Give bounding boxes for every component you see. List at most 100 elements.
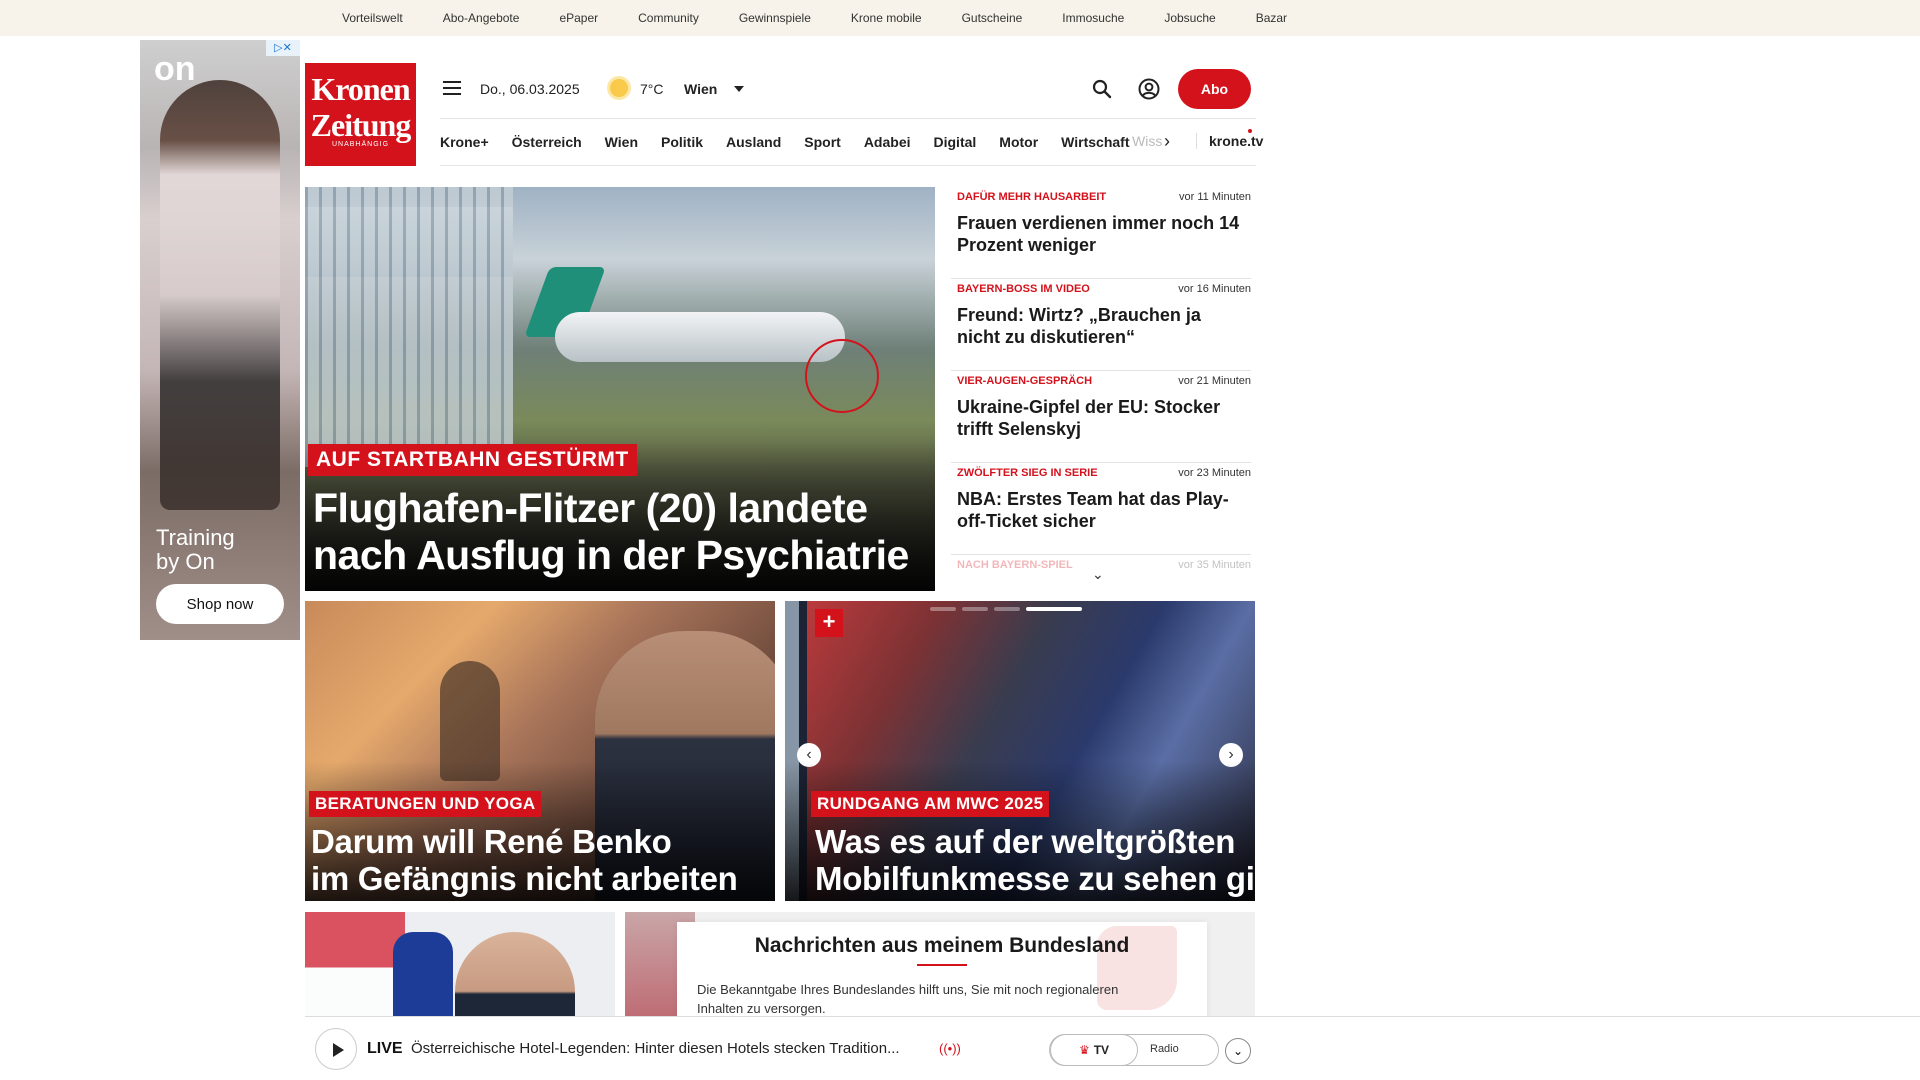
card-title-line2: Mobilfunkmesse zu sehen gibt — [815, 860, 1255, 897]
current-date: Do., 06.03.2025 — [480, 81, 580, 97]
hero-article[interactable]: AUF STARTBAHN GESTÜRMT Flughafen-Flitzer… — [305, 187, 935, 591]
nav-item-sport[interactable]: Sport — [804, 134, 841, 150]
ticker-headline[interactable]: Freund: Wirtz? „Brauchen ja nicht zu dis… — [957, 304, 1251, 348]
nav-items: Krone+ Österreich Wien Politik Ausland S… — [440, 119, 1153, 165]
ad-shop-now-button[interactable]: Shop now — [156, 584, 284, 624]
menu-icon[interactable] — [443, 81, 461, 95]
util-link-vorteilswelt[interactable]: Vorteilswelt — [342, 11, 403, 25]
utility-bar: Vorteilswelt Abo-Angebote ePaper Communi… — [0, 0, 1920, 36]
ticker-item[interactable]: BAYERN-BOSS IM VIDEO vor 16 Minuten Freu… — [951, 279, 1251, 371]
article-card-mwc[interactable]: + ‹ › RUNDGANG AM MWC 2025 Was es auf de… — [785, 601, 1255, 901]
title-underline — [917, 964, 967, 966]
nav-scroll-right-icon[interactable]: › — [1164, 132, 1170, 150]
kronen-zeitung-logo[interactable]: Kronen Zeitung UNABHÄNGIG — [305, 63, 416, 166]
util-link-gewinnspiele[interactable]: Gewinnspiele — [739, 11, 811, 25]
play-icon — [333, 1043, 344, 1057]
nav-item-wissen-truncated[interactable]: Wiss — [1132, 133, 1162, 149]
ad-tagline: Training by On — [156, 526, 235, 574]
nav-item-oesterreich[interactable]: Österreich — [512, 134, 582, 150]
carousel-dot-active[interactable] — [1026, 607, 1082, 611]
hero-title-line1: Flughafen-Flitzer (20) landete — [313, 485, 868, 531]
util-link-krone-mobile[interactable]: Krone mobile — [851, 11, 922, 25]
sun-icon — [610, 79, 628, 97]
bundesland-text: Die Bekanntgabe Ihres Bundeslandes hilft… — [697, 982, 1119, 1016]
search-icon[interactable] — [1092, 79, 1112, 99]
tv-radio-toggle[interactable]: ♛ TV Radio — [1049, 1034, 1219, 1066]
bundesland-title: Nachrichten aus meinem Bundesland — [754, 934, 1130, 957]
nav-item-ausland[interactable]: Ausland — [726, 134, 781, 150]
ticker-time: vor 16 Minuten — [1178, 283, 1251, 295]
util-link-community[interactable]: Community — [638, 11, 699, 25]
nav-item-krone-plus[interactable]: Krone+ — [440, 134, 489, 150]
play-button[interactable] — [315, 1028, 357, 1070]
card-title[interactable]: Darum will René Benko im Gefängnis nicht… — [311, 823, 738, 897]
ad-tagline-line2: by On — [156, 549, 215, 574]
ticker-time: vor 21 Minuten — [1178, 375, 1251, 387]
expand-player-button[interactable]: ⌄ — [1225, 1038, 1251, 1064]
util-link-bazar[interactable]: Bazar — [1256, 11, 1287, 25]
city-selector[interactable]: Wien — [684, 81, 717, 97]
live-label: LIVE — [367, 1040, 403, 1057]
broadcast-icon: ((•)) — [939, 1041, 961, 1056]
card-kicker: RUNDGANG AM MWC 2025 — [811, 791, 1050, 817]
main-nav: Krone+ Österreich Wien Politik Ausland S… — [440, 118, 1263, 166]
hero-image-fence — [305, 187, 513, 467]
card-title[interactable]: Was es auf der weltgrößten Mobilfunkmess… — [815, 823, 1255, 897]
util-link-gutscheine[interactable]: Gutscheine — [962, 11, 1023, 25]
ad-banner[interactable]: on ▷✕ Training by On Shop now — [140, 40, 300, 640]
nav-item-wien[interactable]: Wien — [605, 134, 638, 150]
nav-item-digital[interactable]: Digital — [934, 134, 977, 150]
carousel-dot[interactable] — [994, 607, 1020, 611]
tv-option-label: TV — [1093, 1043, 1110, 1057]
nav-item-motor[interactable]: Motor — [999, 134, 1038, 150]
live-dot-icon — [1248, 129, 1252, 133]
ticker-item[interactable]: VIER-AUGEN-GESPRÄCH vor 21 Minuten Ukrai… — [951, 371, 1251, 463]
hero-image-plane — [555, 312, 845, 362]
ad-logo: on — [154, 50, 196, 88]
radio-option[interactable]: Radio — [1150, 1043, 1179, 1055]
live-now-playing[interactable]: Österreichische Hotel-Legenden: Hinter d… — [411, 1040, 900, 1057]
adchoices-icon[interactable]: ▷✕ — [266, 40, 300, 56]
util-link-epaper[interactable]: ePaper — [559, 11, 598, 25]
abo-button[interactable]: Abo — [1178, 69, 1251, 109]
carousel-indicators[interactable] — [930, 607, 1082, 611]
hero-image-circle-highlight — [805, 339, 879, 413]
util-link-immosuche[interactable]: Immosuche — [1062, 11, 1124, 25]
ticker-time: vor 11 Minuten — [1179, 191, 1251, 203]
ticker-headline[interactable]: Frauen verdienen immer noch 14 Prozent w… — [957, 212, 1251, 256]
krone-plus-badge: + — [815, 609, 843, 637]
nav-item-adabei[interactable]: Adabei — [864, 134, 911, 150]
account-icon[interactable] — [1138, 78, 1160, 100]
card-title-line2: im Gefängnis nicht arbeiten — [311, 860, 738, 897]
ticker-item[interactable]: ZWÖLFTER SIEG IN SERIE vor 23 Minuten NB… — [951, 463, 1251, 555]
hero-title-line2: nach Ausflug in der Psychiatrie — [313, 532, 909, 578]
ad-tagline-line1: Training — [156, 525, 235, 550]
temperature: 7°C — [640, 81, 664, 97]
ticker-headline[interactable]: Ukraine-Gipfel der EU: Stocker trifft Se… — [957, 396, 1251, 440]
ticker-headline[interactable]: NBA: Erstes Team hat das Play-off-Ticket… — [957, 488, 1251, 532]
card-kicker: BERATUNGEN UND YOGA — [309, 791, 542, 817]
ticker-expand-icon[interactable]: ⌄ — [1092, 566, 1104, 583]
ticker-time: vor 35 Minuten — [1178, 559, 1251, 571]
nav-item-wirtschaft[interactable]: Wirtschaft — [1061, 134, 1129, 150]
nav-item-krone-tv[interactable]: krone.tv — [1196, 133, 1263, 149]
tv-option[interactable]: ♛ TV — [1050, 1034, 1138, 1066]
carousel-dot[interactable] — [962, 607, 988, 611]
crown-icon: ♛ — [1078, 1043, 1090, 1057]
ad-model-image — [160, 80, 280, 510]
util-link-abo-angebote[interactable]: Abo-Angebote — [443, 11, 520, 25]
nav-item-politik[interactable]: Politik — [661, 134, 703, 150]
chevron-down-icon[interactable] — [734, 86, 744, 92]
article-card-benko[interactable]: BERATUNGEN UND YOGA Darum will René Benk… — [305, 601, 775, 901]
utility-links: Vorteilswelt Abo-Angebote ePaper Communi… — [342, 0, 1327, 36]
live-player-bar: LIVE Österreichische Hotel-Legenden: Hin… — [305, 1016, 1920, 1080]
hero-title[interactable]: Flughafen-Flitzer (20) landete nach Ausf… — [313, 485, 933, 579]
logo-line2: Zeitung — [310, 107, 412, 143]
card-title-line1: Darum will René Benko — [311, 823, 672, 860]
util-link-jobsuche[interactable]: Jobsuche — [1164, 11, 1215, 25]
ticker-time: vor 23 Minuten — [1178, 467, 1251, 479]
carousel-dot[interactable] — [930, 607, 956, 611]
hero-kicker: AUF STARTBAHN GESTÜRMT — [308, 444, 637, 476]
ticker-item[interactable]: DAFÜR MEHR HAUSARBEIT vor 11 Minuten Fra… — [951, 187, 1251, 279]
news-ticker: DAFÜR MEHR HAUSARBEIT vor 11 Minuten Fra… — [951, 187, 1251, 577]
